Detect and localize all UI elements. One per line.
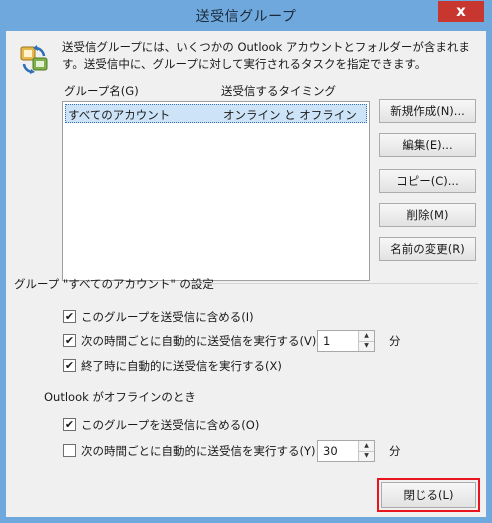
check-icon: ✔ — [64, 418, 75, 431]
online-auto-label[interactable]: 次の時間ごとに自動的に送受信を実行する(V) — [81, 333, 316, 349]
spinner-buttons: ▲ ▼ — [358, 441, 374, 461]
copy-button[interactable]: コピー(C)... — [379, 169, 476, 193]
online-interval-spinner[interactable]: 1 ▲ ▼ — [317, 330, 375, 352]
online-include-checkbox[interactable]: ✔ — [63, 310, 76, 323]
online-settings-heading: グループ "すべてのアカウント" の設定 — [14, 277, 214, 291]
offline-include-checkbox[interactable]: ✔ — [63, 418, 76, 431]
online-interval-unit: 分 — [389, 334, 401, 348]
title-bar[interactable]: 送受信グループ x — [0, 0, 492, 32]
list-item-name: すべてのアカウント — [68, 108, 171, 122]
list-item[interactable]: すべてのアカウント オンライン と オフライン — [65, 104, 367, 123]
group-listbox[interactable]: すべてのアカウント オンライン と オフライン — [62, 101, 370, 281]
offline-interval-unit: 分 — [389, 444, 401, 458]
online-exit-label[interactable]: 終了時に自動的に送受信を実行する(X) — [81, 358, 282, 374]
description-text: 送受信グループには、いくつかの Outlook アカウントとフォルダーが含まれま… — [62, 40, 470, 71]
send-receive-groups-icon — [20, 45, 48, 74]
close-button-highlight — [377, 478, 480, 512]
offline-auto-checkbox[interactable] — [63, 444, 76, 457]
edit-button[interactable]: 編集(E)... — [379, 133, 476, 157]
check-icon: ✔ — [64, 334, 75, 347]
dialog-window: 送受信グループ x 送受信グループには、いくつかの Outlook アカウントと… — [0, 0, 492, 523]
offline-auto-label[interactable]: 次の時間ごとに自動的に送受信を実行する(Y) — [81, 443, 316, 459]
online-interval-value[interactable]: 1 — [323, 334, 330, 348]
spin-down-icon[interactable]: ▼ — [359, 451, 374, 461]
dialog-body: 送受信グループには、いくつかの Outlook アカウントとフォルダーが含まれま… — [6, 31, 486, 517]
column-header-group-name: グループ名(G) — [64, 84, 139, 98]
rename-button[interactable]: 名前の変更(R) — [379, 237, 476, 261]
online-auto-checkbox[interactable]: ✔ — [63, 334, 76, 347]
list-item-timing: オンライン と オフライン — [223, 108, 357, 122]
check-icon: ✔ — [64, 310, 75, 323]
offline-interval-value[interactable]: 30 — [323, 444, 338, 458]
online-group-divider — [190, 283, 478, 284]
window-title: 送受信グループ — [195, 9, 297, 25]
spinner-buttons: ▲ ▼ — [358, 331, 374, 351]
column-header-timing: 送受信するタイミング — [221, 84, 336, 98]
spin-down-icon[interactable]: ▼ — [359, 341, 374, 351]
offline-include-label[interactable]: このグループを送受信に含める(O) — [81, 417, 259, 433]
online-exit-checkbox[interactable]: ✔ — [63, 359, 76, 372]
delete-button[interactable]: 削除(M) — [379, 203, 476, 227]
new-button[interactable]: 新規作成(N)... — [379, 99, 476, 123]
offline-settings-heading: Outlook がオフラインのとき — [44, 390, 196, 404]
offline-interval-spinner[interactable]: 30 ▲ ▼ — [317, 440, 375, 462]
check-icon: ✔ — [64, 359, 75, 372]
window-close-button[interactable]: x — [438, 1, 484, 22]
online-include-label[interactable]: このグループを送受信に含める(I) — [81, 309, 254, 325]
